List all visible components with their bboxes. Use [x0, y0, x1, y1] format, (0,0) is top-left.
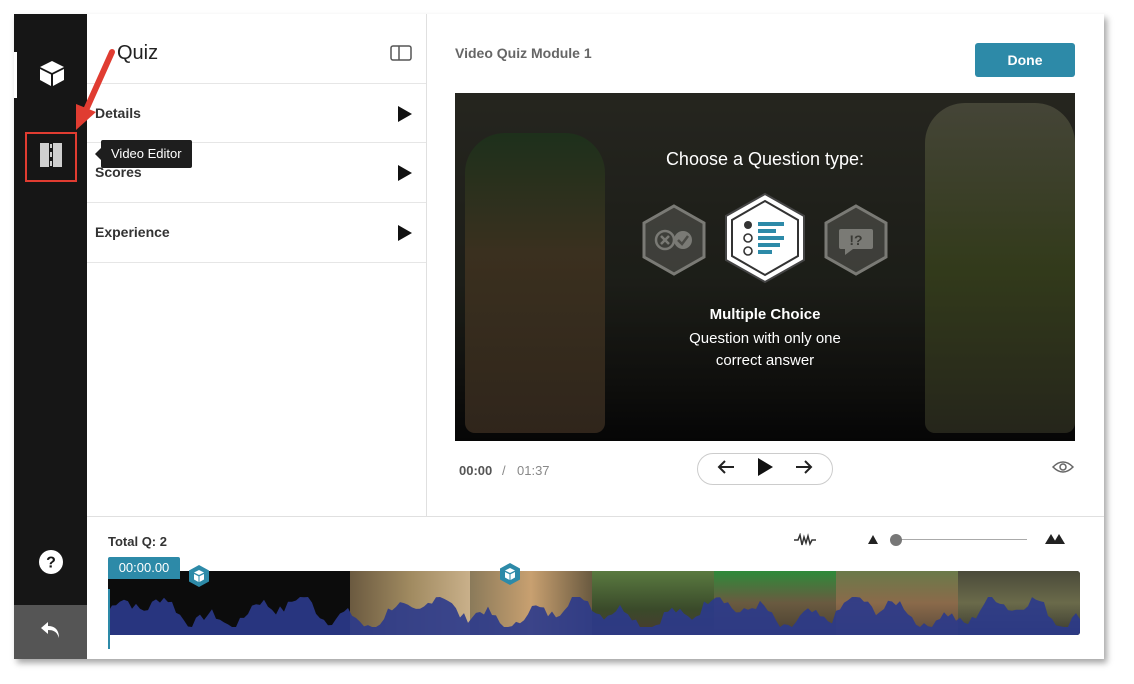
question-type-heading: Choose a Question type:: [665, 149, 865, 169]
undo-arrow-icon: [39, 620, 63, 645]
time-separator: /: [502, 463, 506, 478]
video-preview[interactable]: Choose a Question type: !? Multiple Choi…: [455, 93, 1075, 441]
expand-triangle-icon: [398, 165, 412, 181]
zoom-out-icon[interactable]: [868, 535, 878, 544]
waveform-icon[interactable]: [793, 532, 817, 552]
app-window: ? Quiz Details Scores Experience Video E…: [14, 14, 1104, 659]
back-button[interactable]: [14, 605, 87, 659]
zoom-slider[interactable]: [895, 539, 1027, 540]
open-question-icon[interactable]: !?: [823, 203, 889, 277]
settings-row-label: Experience: [95, 224, 170, 240]
arrow-left-icon[interactable]: [717, 459, 735, 479]
svg-text:?: ?: [46, 554, 56, 571]
playback-controls: [697, 453, 833, 485]
play-icon[interactable]: [756, 457, 774, 482]
zoom-slider-handle[interactable]: [890, 534, 902, 546]
expand-triangle-icon: [398, 225, 412, 241]
help-button[interactable]: ?: [14, 544, 87, 584]
question-marker-icon[interactable]: [188, 564, 210, 588]
arrow-right-icon[interactable]: [795, 459, 813, 479]
expand-triangle-icon: [398, 106, 412, 122]
audio-waveform: [108, 597, 1080, 635]
playhead[interactable]: [108, 589, 110, 649]
current-time: 00:00: [459, 463, 493, 478]
eye-icon[interactable]: [1051, 460, 1075, 479]
selected-type-title: Multiple Choice: [709, 306, 821, 323]
annotation-highlight-box: [25, 132, 77, 182]
settings-row-details[interactable]: Details: [87, 83, 426, 143]
cube-icon: [38, 59, 66, 92]
multiple-choice-icon[interactable]: [723, 191, 807, 285]
timeline-filmstrip[interactable]: [108, 571, 1080, 635]
annotation-arrow: [76, 49, 115, 130]
playhead-time-badge[interactable]: 00:00.00: [108, 557, 180, 579]
true-false-icon[interactable]: [641, 203, 707, 277]
question-marker-icon[interactable]: [499, 562, 521, 586]
selected-type-description: Question with only one correct answer: [455, 328, 1075, 372]
quiz-settings-panel: Quiz Details Scores Experience: [87, 14, 427, 516]
panel-title: Quiz: [117, 42, 159, 64]
timeline-panel: Total Q: 2 00:00.00: [87, 516, 1104, 659]
module-title: Video Quiz Module 1: [455, 45, 592, 61]
total-questions: Total Q: 2: [108, 534, 167, 549]
selected-type-description-text: Question with only one correct answer: [689, 330, 841, 369]
settings-row-experience[interactable]: Experience: [87, 203, 426, 263]
video-editor-tooltip: Video Editor: [95, 140, 192, 168]
zoom-in-icon[interactable]: [1044, 532, 1066, 550]
done-button[interactable]: Done: [975, 43, 1075, 77]
panel-layout-icon[interactable]: [390, 45, 412, 66]
svg-text:!?: !?: [849, 232, 862, 248]
question-circle-icon: ?: [38, 549, 64, 580]
total-time: 01:37: [517, 463, 550, 478]
